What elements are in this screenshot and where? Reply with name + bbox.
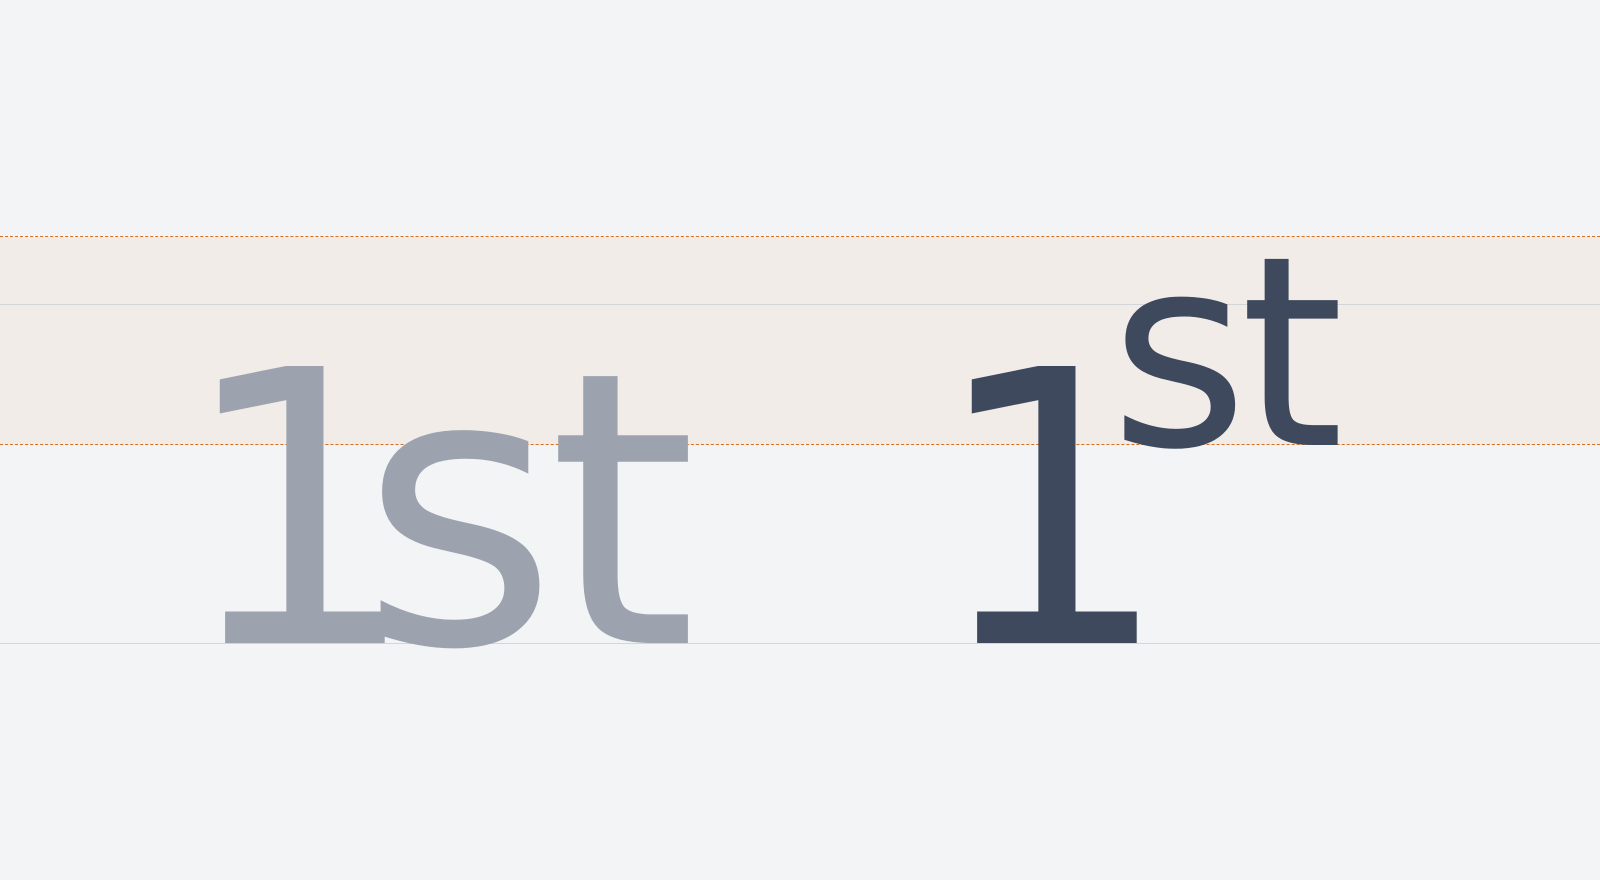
glyph-layer: 1 st 1 st	[178, 200, 1347, 733]
plain-suffix-glyph: st	[360, 290, 690, 733]
typography-specimen-canvas: 1 st 1 st	[0, 0, 1600, 880]
ordinal-superscript-suffix-glyph: st	[1110, 200, 1339, 508]
